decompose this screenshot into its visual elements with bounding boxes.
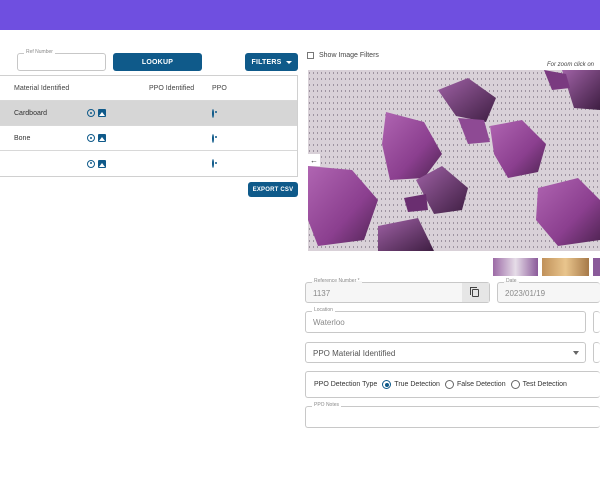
copy-icon xyxy=(470,286,479,297)
ppo-locate-icon[interactable] xyxy=(212,108,214,118)
reference-number-value: 1137 xyxy=(313,289,331,298)
radio-test-detection[interactable]: Test Detection xyxy=(510,380,567,389)
ppo-material-placeholder: PPO Material Identified xyxy=(313,349,396,358)
secondary-ppo-field[interactable] xyxy=(593,342,600,363)
locate-icon[interactable] xyxy=(87,109,95,117)
image-thumbnail[interactable] xyxy=(493,258,538,276)
table-row[interactable]: Cardboard xyxy=(0,101,297,126)
location-label: Location xyxy=(312,307,335,313)
date-field[interactable]: Date 2023/01/19 xyxy=(497,278,600,303)
ppo-notes-field[interactable]: PPO Notes xyxy=(305,402,600,428)
caret-down-icon xyxy=(285,60,292,64)
detection-image[interactable]: ← xyxy=(308,70,600,251)
previous-image-arrow-icon[interactable]: ← xyxy=(308,154,320,166)
detection-image-graphic xyxy=(308,70,600,251)
image-icon[interactable] xyxy=(98,134,106,142)
table-row[interactable]: Bone xyxy=(0,126,297,151)
radio-false-detection-label: False Detection xyxy=(456,381,506,388)
export-csv-button[interactable]: EXPORT CSV xyxy=(248,182,298,197)
dropdown-arrow-icon xyxy=(573,351,579,355)
radio-selected-icon[interactable] xyxy=(382,380,392,389)
detection-type-group: PPO Detection Type True Detection False … xyxy=(305,371,600,398)
locate-icon[interactable] xyxy=(87,134,95,142)
row-actions xyxy=(82,134,137,142)
ref-number-input[interactable]: Ref Number xyxy=(17,49,106,71)
location-field[interactable]: Location Waterloo xyxy=(305,307,586,333)
radio-unselected-icon[interactable] xyxy=(444,380,454,389)
copy-button[interactable] xyxy=(462,283,489,302)
column-header-ppo: PPO xyxy=(212,84,227,92)
row-actions xyxy=(82,159,137,168)
ppo-material-select[interactable]: PPO Material Identified xyxy=(305,342,586,363)
top-app-bar xyxy=(0,0,600,30)
column-header-ppo-identified: PPO Identified xyxy=(149,84,195,92)
detection-type-label: PPO Detection Type xyxy=(314,381,378,388)
cell-material: Cardboard xyxy=(14,109,48,117)
locate-icon[interactable] xyxy=(87,159,95,168)
radio-test-detection-label: Test Detection xyxy=(522,381,567,388)
table-row[interactable] xyxy=(0,151,297,176)
lookup-button-label: LOOKUP xyxy=(141,58,174,66)
radio-false-detection[interactable]: False Detection xyxy=(444,380,506,389)
cell-ppo xyxy=(210,108,250,118)
date-label: Date xyxy=(504,278,519,284)
ref-number-label: Ref Number xyxy=(24,49,55,55)
results-table: Material Identified PPO Identified PPO C… xyxy=(0,75,298,177)
image-thumbnail[interactable] xyxy=(593,258,600,276)
image-icon[interactable] xyxy=(98,109,106,117)
location-value: Waterloo xyxy=(313,318,345,327)
zoom-hint: For zoom click on xyxy=(547,62,595,68)
table-header: Material Identified PPO Identified PPO xyxy=(0,76,297,101)
reference-number-field[interactable]: Reference Number * 1137 xyxy=(305,278,490,303)
cell-ppo xyxy=(210,133,250,143)
image-icon[interactable] xyxy=(98,159,106,168)
show-image-filters-label: Show Image Filters xyxy=(319,52,379,59)
radio-true-detection[interactable]: True Detection xyxy=(382,380,440,389)
image-thumbnail[interactable] xyxy=(542,258,589,276)
ppo-notes-label: PPO Notes xyxy=(312,402,342,408)
radio-unselected-icon[interactable] xyxy=(510,380,520,389)
row-actions xyxy=(82,109,137,117)
column-header-material: Material Identified xyxy=(14,84,70,92)
secondary-location-field[interactable] xyxy=(593,311,600,333)
ppo-locate-icon[interactable] xyxy=(212,159,214,168)
export-csv-label: EXPORT CSV xyxy=(252,186,294,193)
reference-number-label: Reference Number * xyxy=(312,278,362,284)
show-image-filters-checkbox[interactable] xyxy=(307,52,314,59)
ppo-locate-icon[interactable] xyxy=(212,133,214,143)
cell-material: Bone xyxy=(14,134,31,142)
cell-ppo xyxy=(210,159,250,168)
radio-true-detection-label: True Detection xyxy=(394,381,440,388)
date-value: 2023/01/19 xyxy=(505,289,546,298)
lookup-button[interactable]: LOOKUP xyxy=(113,53,202,71)
show-image-filters-toggle[interactable]: Show Image Filters xyxy=(307,52,379,59)
filters-button-label: FILTERS xyxy=(251,58,282,66)
filters-button[interactable]: FILTERS xyxy=(245,53,298,71)
